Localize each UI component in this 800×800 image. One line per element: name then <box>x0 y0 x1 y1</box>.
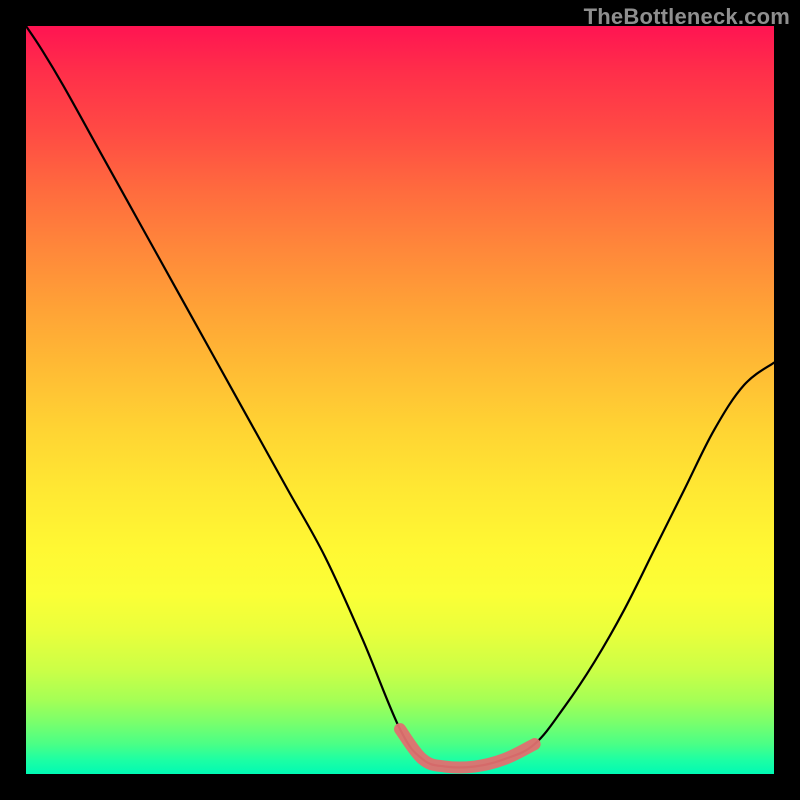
plot-area <box>26 26 774 774</box>
watermark-text: TheBottleneck.com <box>584 4 790 30</box>
heat-gradient <box>26 26 774 774</box>
chart-stage: TheBottleneck.com <box>0 0 800 800</box>
